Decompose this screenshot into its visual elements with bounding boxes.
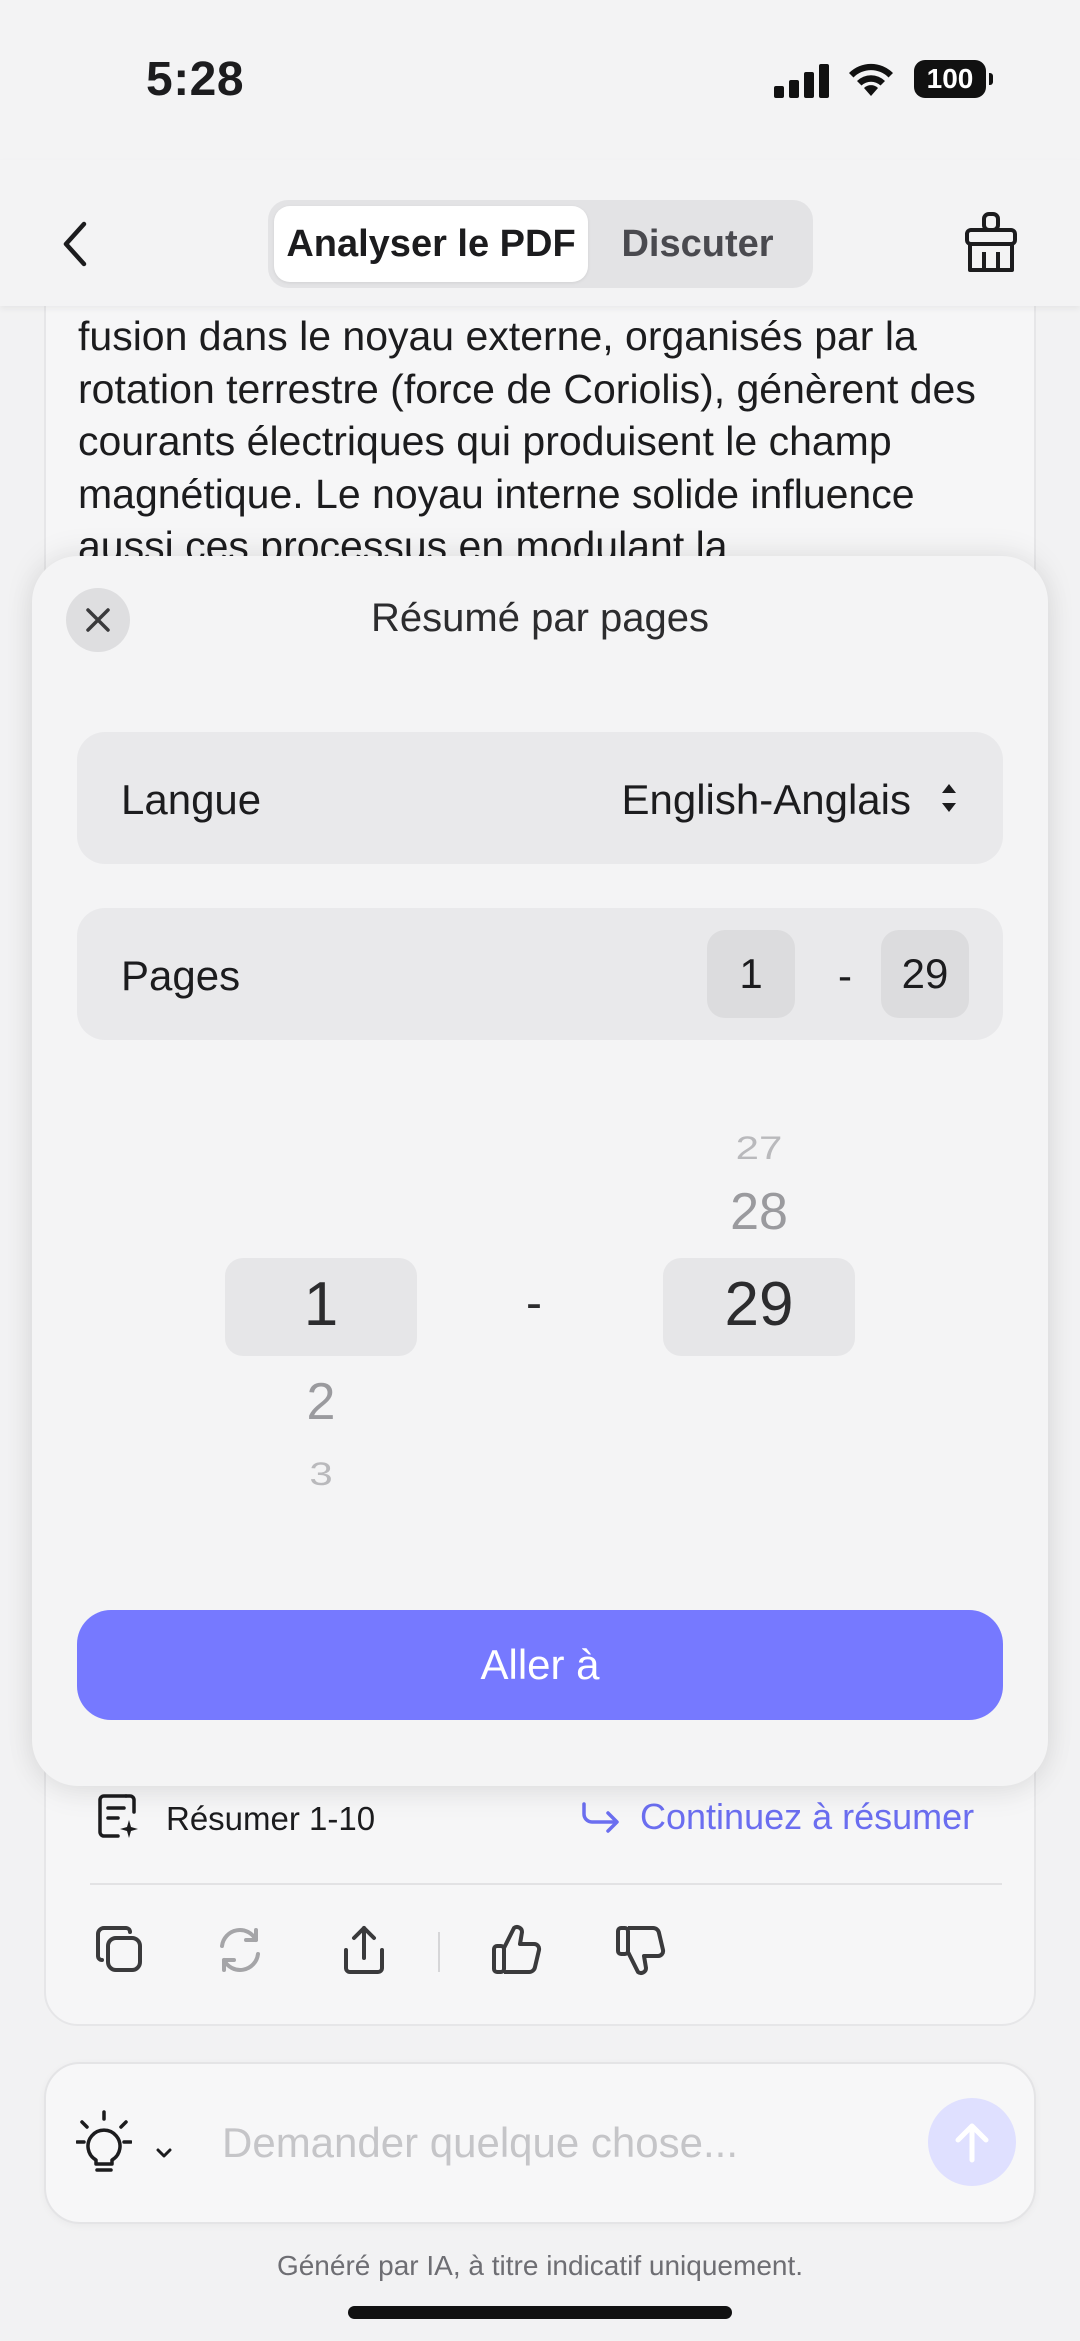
lightbulb-icon[interactable] — [76, 2110, 132, 2176]
continue-summarize-link[interactable]: Continuez à résumer — [640, 1796, 974, 1838]
send-button[interactable] — [928, 2098, 1016, 2186]
picker-separator: - — [526, 1277, 542, 1330]
page-range-separator: - — [838, 952, 852, 999]
page-from-field[interactable]: 1 — [707, 930, 795, 1018]
summary-text: fusion dans le noyau externe, organisés … — [78, 313, 976, 558]
go-to-button[interactable]: Aller à — [77, 1610, 1003, 1720]
home-indicator — [348, 2306, 732, 2319]
wifi-icon — [849, 63, 893, 96]
mode-segmented-control: Analyser le PDF Discuter — [268, 200, 813, 288]
page-summary-sheet: Résumé par pages Langue English-Anglais … — [32, 556, 1048, 1786]
clear-broom-icon[interactable] — [958, 210, 1024, 276]
up-down-chevron-icon — [942, 784, 956, 812]
cellular-signal-icon — [774, 62, 830, 98]
copy-icon[interactable] — [90, 1920, 150, 1980]
summarize-doc-icon — [98, 1794, 138, 1838]
language-label: Langue — [121, 776, 262, 823]
language-row[interactable]: Langue English-Anglais — [77, 732, 1003, 864]
pages-label: Pages — [121, 952, 241, 999]
status-time: 5:28 — [146, 53, 245, 106]
app-header: Analyser le PDF Discuter — [0, 160, 1080, 306]
ai-disclaimer: Généré par IA, à titre indicatif uniquem… — [276, 2250, 804, 2281]
start-page-option[interactable]: 3 — [225, 1455, 417, 1492]
tab-analyze-pdf[interactable]: Analyser le PDF — [274, 206, 588, 282]
actions-separator — [438, 1932, 440, 1972]
status-bar: 5:28 100 — [0, 0, 1080, 160]
card-divider — [90, 1883, 1002, 1885]
page-range-picker: 1 2 3 - 27 28 29 — [32, 1096, 1048, 1596]
forward-arrow-icon[interactable] — [580, 1798, 622, 1836]
battery-icon: 100 — [914, 60, 993, 98]
regenerate-icon[interactable] — [210, 1920, 270, 1980]
end-page-option[interactable]: 28 — [663, 1182, 855, 1242]
page-to-field[interactable]: 29 — [881, 930, 969, 1018]
tab-chat[interactable]: Discuter — [588, 206, 807, 282]
start-page-option[interactable]: 2 — [225, 1372, 417, 1432]
sheet-title: Résumé par pages — [371, 596, 709, 640]
back-arrow-icon[interactable] — [52, 216, 100, 272]
end-page-option[interactable]: 27 — [663, 1129, 855, 1166]
ask-input[interactable] — [222, 2108, 942, 2178]
end-page-selected[interactable]: 29 — [663, 1269, 855, 1340]
start-page-selected[interactable]: 1 — [225, 1269, 417, 1340]
message-actions — [90, 1920, 690, 1984]
language-value: English-Anglais — [621, 776, 912, 823]
arrow-up-icon — [955, 2123, 989, 2163]
chevron-down-icon[interactable] — [156, 2148, 172, 2158]
summarize-range-label: Résumer 1-10 — [166, 1800, 376, 1837]
thumbs-up-icon[interactable] — [488, 1920, 548, 1980]
summary-footer: Résumer 1-10 Continuez à résumer — [96, 1786, 992, 1848]
thumbs-down-icon[interactable] — [612, 1920, 672, 1980]
share-icon[interactable] — [334, 1920, 394, 1980]
pages-row: Pages 1 - 29 — [77, 908, 1003, 1040]
ask-input-bar — [44, 2062, 1036, 2224]
